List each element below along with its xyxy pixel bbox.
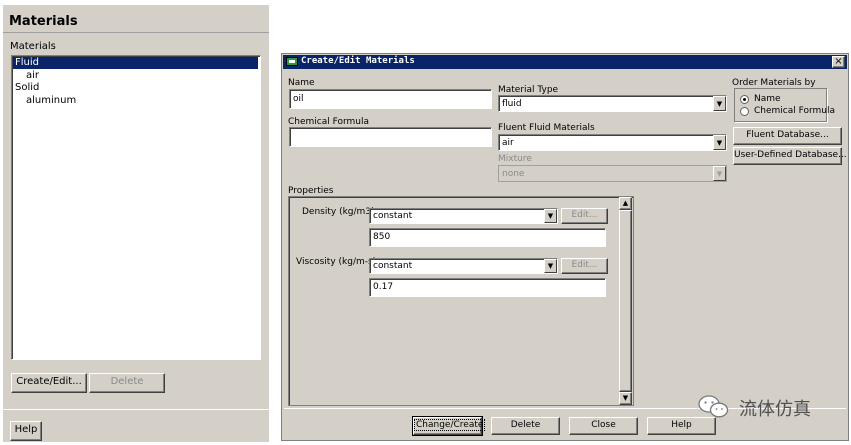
- chevron-down-icon[interactable]: ▼: [544, 259, 557, 273]
- radio-unchecked-icon: [740, 107, 749, 116]
- viscosity-label: Viscosity (kg/m-s): [296, 257, 377, 267]
- wechat-logo-icon: [698, 395, 729, 418]
- density-value-input[interactable]: 850: [369, 228, 606, 247]
- chemical-formula-label: Chemical Formula: [288, 117, 370, 127]
- delete-material-button[interactable]: Delete: [89, 373, 165, 393]
- name-input[interactable]: oil: [289, 89, 492, 109]
- viscosity-method-value: constant: [373, 261, 413, 271]
- materials-panel: Materials Materials Fluid air Solid aluminu…: [3, 5, 269, 442]
- chevron-down-icon[interactable]: ▼: [713, 135, 726, 150]
- order-by-group: Name Chemical Formula: [734, 88, 835, 122]
- tree-item-label: Fluid: [15, 57, 39, 68]
- scroll-down-arrow-icon[interactable]: ▼: [619, 392, 632, 405]
- density-method-select[interactable]: constant ▼: [369, 208, 558, 224]
- density-value: 850: [373, 232, 391, 242]
- panel-help-button[interactable]: Help: [10, 421, 42, 441]
- density-method-value: constant: [373, 211, 413, 221]
- order-by-formula-label: Chemical Formula: [754, 106, 836, 116]
- tree-item[interactable]: air: [13, 70, 39, 82]
- tree-item[interactable]: Fluid: [13, 57, 258, 69]
- scroll-thumb[interactable]: [619, 210, 632, 392]
- material-type-value: fluid: [502, 98, 522, 109]
- dialog-title-bar[interactable]: Create/Edit Materials ×: [283, 55, 847, 69]
- mixture-label: Mixture: [498, 154, 532, 164]
- tree-item-label: Solid: [15, 82, 40, 93]
- fluent-database-button[interactable]: Fluent Database...: [733, 127, 842, 145]
- order-by-label: Order Materials by: [732, 78, 816, 88]
- viscosity-method-select[interactable]: constant ▼: [369, 258, 558, 274]
- density-label: Density (kg/m3): [302, 207, 375, 217]
- material-type-select[interactable]: fluid ▼: [498, 95, 727, 112]
- material-type-label: Material Type: [498, 85, 559, 95]
- chevron-down-icon[interactable]: ▼: [544, 209, 557, 223]
- properties-label: Properties: [288, 186, 334, 196]
- materials-tree[interactable]: Fluid air Solid aluminum: [11, 55, 261, 360]
- fluent-fluid-materials-value: air: [502, 137, 514, 148]
- dialog-close-button[interactable]: ×: [832, 56, 845, 68]
- name-input-value: oil: [293, 94, 304, 104]
- fluent-fluid-materials-select[interactable]: air ▼: [498, 134, 727, 151]
- name-label: Name: [288, 78, 315, 88]
- fluent-app-icon: [286, 57, 298, 66]
- close-icon: ×: [834, 56, 843, 67]
- change-create-label: Change/Create: [414, 419, 486, 431]
- tree-item-label: air: [26, 69, 40, 81]
- user-defined-database-button[interactable]: User-Defined Database...: [733, 147, 847, 165]
- tree-item[interactable]: aluminum: [13, 95, 76, 107]
- dialog-delete-button[interactable]: Delete: [491, 417, 560, 435]
- watermark-text: 流体仿真: [739, 399, 811, 420]
- panel-divider: [3, 409, 269, 410]
- fluent-fluid-materials-label: Fluent Fluid Materials: [498, 123, 595, 133]
- tree-item-label: aluminum: [26, 94, 77, 106]
- viscosity-edit-button[interactable]: Edit...: [561, 258, 608, 274]
- mixture-value: none: [502, 168, 525, 179]
- order-by-name-label: Name: [754, 94, 781, 104]
- tree-item[interactable]: Solid: [13, 82, 39, 94]
- chemical-formula-input[interactable]: [289, 127, 492, 147]
- properties-scrollbar[interactable]: ▲ ▼: [619, 197, 632, 405]
- mixture-select[interactable]: none ▼: [498, 165, 727, 182]
- properties-frame: Density (kg/m3) constant ▼ Edit... 850 V…: [288, 196, 634, 406]
- chevron-down-icon[interactable]: ▼: [713, 96, 726, 111]
- density-edit-button[interactable]: Edit...: [561, 208, 608, 224]
- create-edit-button[interactable]: Create/Edit...: [11, 373, 87, 393]
- viscosity-value: 0.17: [373, 282, 394, 292]
- change-create-button[interactable]: Change/Create: [412, 416, 486, 436]
- watermark: 流体仿真: [697, 392, 837, 422]
- materials-panel-title: Materials: [9, 14, 78, 29]
- viscosity-value-input[interactable]: 0.17: [369, 278, 606, 297]
- create-edit-dialog: Create/Edit Materials × Name oil Chemica…: [281, 53, 849, 441]
- radio-checked-icon: [740, 95, 749, 104]
- chevron-down-icon: ▼: [713, 166, 726, 181]
- scroll-up-arrow-icon[interactable]: ▲: [619, 197, 632, 210]
- dialog-title: Create/Edit Materials: [301, 56, 415, 66]
- dialog-close-action-button[interactable]: Close: [569, 417, 638, 435]
- materials-list-label: Materials: [10, 41, 56, 52]
